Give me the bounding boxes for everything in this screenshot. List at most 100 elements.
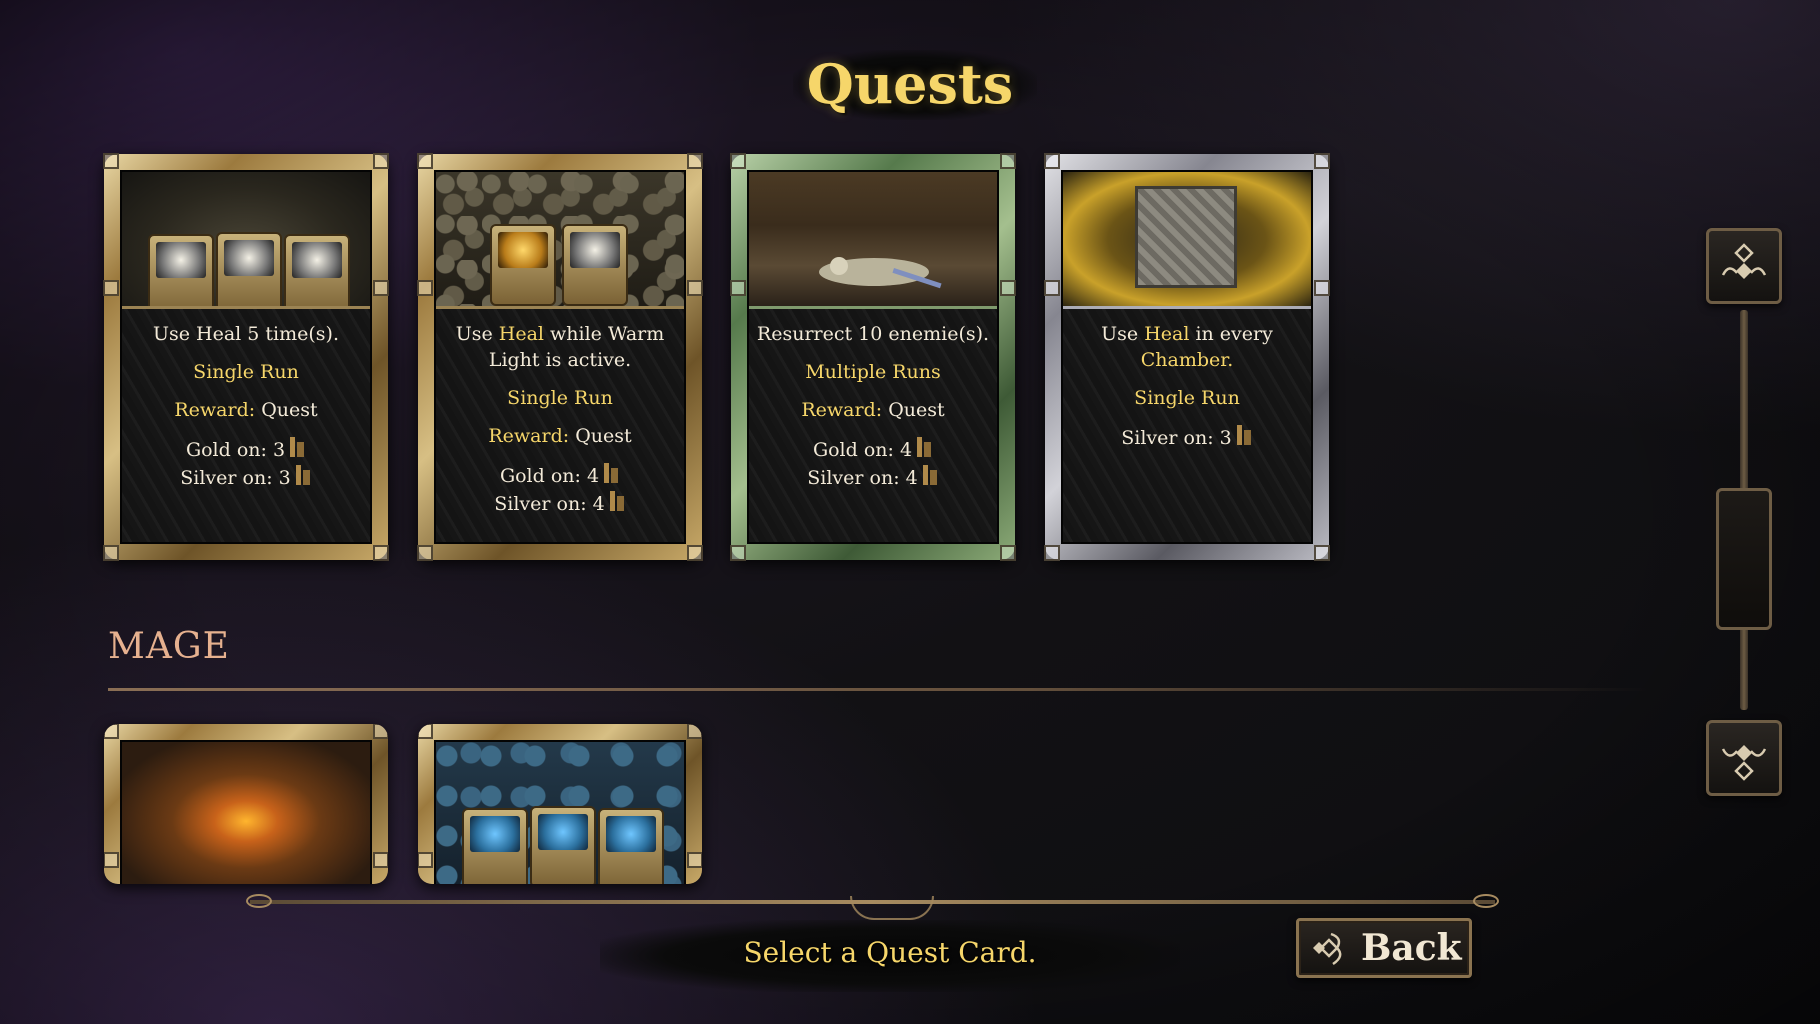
gold-value: 4 <box>586 465 600 487</box>
frame-corner <box>730 153 746 169</box>
gold-label: Gold on: <box>185 439 267 461</box>
frame-corner <box>373 280 389 296</box>
reward-line: Reward: Quest <box>122 397 370 423</box>
quest-card-resurrect[interactable]: Resurrect 10 enemie(s). Multiple Runs Re… <box>730 153 1016 561</box>
dungeon-map-art <box>1135 186 1237 288</box>
card-inner: Use Heal while Warm Light is active. Sin… <box>434 170 686 544</box>
mini-card-art <box>148 234 214 306</box>
frame-corner <box>373 545 389 561</box>
desc-text: Use <box>1101 323 1145 345</box>
frame-corner <box>1000 153 1016 169</box>
gold-line: Gold on: 4 <box>436 461 684 489</box>
scrollbar-thumb[interactable] <box>1716 488 1772 630</box>
back-button[interactable]: Back <box>1296 918 1472 978</box>
frame-corner <box>687 153 703 169</box>
frame-corner <box>1000 280 1016 296</box>
frame-corner <box>1044 153 1060 169</box>
silver-label: Silver on: <box>1121 427 1214 449</box>
frame-corner <box>1000 545 1016 561</box>
silver-line: Silver on: 3 <box>122 463 370 491</box>
card-art <box>436 172 684 309</box>
card-body: Use Heal in every Chamber. Single Run Si… <box>1063 309 1311 542</box>
bottom-center-ornament <box>850 896 934 920</box>
mini-card-art <box>462 808 528 884</box>
frame-corner <box>730 280 746 296</box>
quest-description: Use Heal in every <box>1063 321 1311 347</box>
run-type: Single Run <box>193 361 299 383</box>
quest-card-heal-5[interactable]: Use Heal 5 time(s). Single Run Reward: Q… <box>103 153 389 561</box>
reward-value: Quest <box>575 425 632 447</box>
desc-text: Use <box>455 323 499 345</box>
medal-icon <box>609 491 624 511</box>
frame-corner <box>103 153 119 169</box>
scroll-up-button[interactable] <box>1706 228 1782 304</box>
diamond-back-icon <box>1313 932 1342 966</box>
frame-corner <box>417 545 433 561</box>
gold-value: 3 <box>272 439 286 461</box>
quest-description-line2: Light is active. <box>488 349 632 371</box>
mini-card-art <box>490 224 556 306</box>
quest-card-heal-warm-light[interactable]: Use Heal while Warm Light is active. Sin… <box>417 153 703 561</box>
frame-corner <box>687 545 703 561</box>
silver-line: Silver on: 3 <box>1063 423 1311 451</box>
frame-corner <box>1044 545 1060 561</box>
quest-card-mage-2[interactable] <box>418 724 702 884</box>
gold-label: Gold on: <box>812 439 894 461</box>
card-inner: Resurrect 10 enemie(s). Multiple Runs Re… <box>747 170 999 544</box>
gold-value: 4 <box>899 439 913 461</box>
frame-corner <box>730 545 746 561</box>
quest-card-mage-1[interactable] <box>104 724 388 884</box>
silver-label: Silver on: <box>807 467 900 489</box>
diamond-scroll-down-icon <box>1721 745 1767 781</box>
quest-card-heal-every-chamber[interactable]: Use Heal in every Chamber. Single Run Si… <box>1044 153 1330 561</box>
run-type: Single Run <box>507 387 613 409</box>
medal-icon <box>917 437 932 457</box>
frame-corner <box>373 153 389 169</box>
page-title: Quests <box>806 52 1014 116</box>
medal-icon <box>295 465 310 485</box>
fallen-knight-art <box>819 257 942 289</box>
quest-description-line2: Chamber. <box>1140 349 1234 371</box>
desc-highlight: Heal <box>1144 323 1190 345</box>
desc-highlight: Heal <box>498 323 544 345</box>
scroll-down-button[interactable] <box>1706 720 1782 796</box>
mini-card-art <box>284 234 350 306</box>
section-divider <box>108 688 1648 691</box>
frame-corner <box>103 280 119 296</box>
frame-corner <box>418 724 433 739</box>
card-body: Use Heal 5 time(s). Single Run Reward: Q… <box>122 309 370 542</box>
frame-corner <box>687 724 702 739</box>
mini-card-art <box>530 806 596 884</box>
silver-value: 4 <box>905 467 918 489</box>
medal-icon <box>922 465 937 485</box>
frame-corner <box>104 724 119 739</box>
card-art <box>122 742 370 884</box>
frame-corner <box>373 852 388 868</box>
run-type: Multiple Runs <box>805 361 941 383</box>
medal-icon <box>1236 425 1251 445</box>
gold-line: Gold on: 4 <box>749 435 997 463</box>
mini-card-art <box>562 224 628 306</box>
frame-corner <box>104 852 119 868</box>
silver-line: Silver on: 4 <box>749 463 997 491</box>
card-art <box>749 172 997 309</box>
run-type: Single Run <box>1134 387 1240 409</box>
silver-label: Silver on: <box>180 467 273 489</box>
frame-corner <box>1314 153 1330 169</box>
card-art <box>1063 172 1311 309</box>
gold-line: Gold on: 3 <box>122 435 370 463</box>
reward-line: Reward: Quest <box>749 397 997 423</box>
frame-corner <box>687 280 703 296</box>
frame-corner <box>1314 280 1330 296</box>
card-art <box>436 742 684 884</box>
quest-description: Resurrect 10 enemie(s). <box>756 323 990 345</box>
medal-icon <box>290 437 305 457</box>
quest-description: Use Heal 5 time(s). <box>152 323 340 345</box>
card-body: Use Heal while Warm Light is active. Sin… <box>436 309 684 542</box>
silver-value: 3 <box>1219 427 1232 449</box>
frame-corner <box>687 852 702 868</box>
reward-value: Quest <box>261 399 318 421</box>
mini-card-art <box>216 232 282 306</box>
desc-text: in every <box>1189 323 1273 345</box>
card-inner: Use Heal in every Chamber. Single Run Si… <box>1061 170 1313 544</box>
